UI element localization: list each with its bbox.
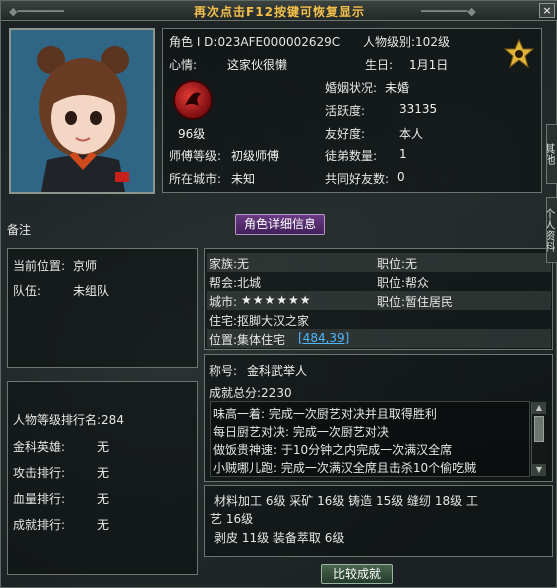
rank-value: 无 bbox=[97, 440, 110, 454]
family-label: 家族:无 bbox=[209, 257, 250, 271]
scroll-thumb[interactable] bbox=[534, 416, 544, 442]
achievement-item: 每日厨艺对决: 完成一次厨艺对决 bbox=[213, 425, 389, 439]
achievement-item: 小贼哪儿跑: 完成一次满汉全席且击杀10个偷吃贼 bbox=[213, 461, 477, 475]
close-icon[interactable]: × bbox=[539, 3, 555, 18]
title-label: 称号: bbox=[209, 364, 238, 378]
city-rank-label: 城市: bbox=[209, 295, 238, 309]
achievement-item: 味高一着: 完成一次厨艺对决并且取得胜利 bbox=[213, 407, 437, 421]
guild-label: 帮会:北城 bbox=[209, 276, 262, 290]
role-id: 角色 I D:023AFE000002629C bbox=[169, 35, 341, 49]
remark-label: 备注 bbox=[7, 223, 32, 237]
rank-label: 金科英雄: bbox=[13, 440, 66, 454]
master-label: 师傅等级: bbox=[169, 149, 222, 163]
apprentice-value: 1 bbox=[399, 147, 407, 161]
character-portrait bbox=[9, 28, 155, 194]
current-position-label: 当前位置: bbox=[13, 259, 66, 273]
character-detail-button[interactable]: 角色详细信息 bbox=[235, 214, 325, 235]
character-level: 人物级别:102级 bbox=[363, 35, 450, 49]
title-bar[interactable]: ◆━━━━━━━ 再次点击F12按键可恢复显示 ━━━━━━━◆ × bbox=[1, 1, 557, 21]
guild-post: 职位:帮众 bbox=[377, 276, 430, 290]
rank-label: 成就排行: bbox=[13, 518, 66, 532]
ornament-right-icon: ━━━━━━━◆ bbox=[421, 5, 476, 18]
portrait-image bbox=[11, 30, 153, 192]
birthday-label: 生日: bbox=[365, 58, 394, 72]
master-value: 初级师傅 bbox=[231, 149, 280, 163]
character-info-window: ◆━━━━━━━ 再次点击F12按键可恢复显示 ━━━━━━━◆ × 角色 I … bbox=[0, 0, 557, 588]
residence-position-label: 位置:集体住宅 bbox=[209, 333, 286, 347]
rank-value: 无 bbox=[97, 518, 110, 532]
common-friends-label: 共同好友数: bbox=[325, 172, 390, 186]
activity-label: 活跃度: bbox=[325, 104, 366, 118]
compare-achievement-button[interactable]: 比较成就 bbox=[321, 564, 393, 584]
side-tab-profile[interactable]: 个人资料 bbox=[546, 197, 557, 263]
marriage-value: 未婚 bbox=[385, 81, 410, 95]
mood-value: 这家伙很懒 bbox=[227, 58, 288, 72]
city-label: 所在城市: bbox=[169, 172, 222, 186]
achievement-score: 成就总分:2230 bbox=[209, 386, 292, 400]
mood-label: 心情: bbox=[169, 58, 198, 72]
rank-value: 无 bbox=[97, 492, 110, 506]
skills-line: 剥皮 11级 装备萃取 6级 bbox=[214, 531, 345, 545]
rank-label: 攻击排行: bbox=[13, 466, 66, 480]
skills-line: 艺 16级 bbox=[210, 512, 254, 526]
team-label: 队伍: bbox=[13, 284, 42, 298]
emblem-level: 96级 bbox=[178, 127, 206, 141]
marriage-label: 婚姻状况: bbox=[325, 81, 378, 95]
title-value: 金科武举人 bbox=[247, 364, 308, 378]
friendship-label: 友好度: bbox=[325, 127, 366, 141]
scroll-up-icon[interactable]: ▲ bbox=[532, 402, 546, 414]
family-post: 职位:无 bbox=[377, 257, 418, 271]
scroll-down-icon[interactable]: ▼ bbox=[532, 464, 546, 476]
apprentice-label: 徒弟数量: bbox=[325, 149, 378, 163]
friendship-value: 本人 bbox=[399, 127, 424, 141]
common-friends-value: 0 bbox=[397, 170, 405, 184]
level-rank: 人物等级排行名:284 bbox=[13, 413, 124, 427]
team-value: 未组队 bbox=[73, 284, 110, 298]
achievement-item: 做饭贵神速: 于10分钟之内完成一次满汉全席 bbox=[213, 443, 453, 457]
residence-coordinate-link[interactable]: [484,39] bbox=[298, 331, 349, 345]
skills-line: 材料加工 6级 采矿 16级 铸造 15级 缝纫 18级 工 bbox=[214, 494, 478, 508]
rank-label: 血量排行: bbox=[13, 492, 66, 506]
city-stars: ★★★★★★ bbox=[241, 293, 312, 307]
rank-value: 无 bbox=[97, 466, 110, 480]
residence-label: 住宅:抠脚大汉之家 bbox=[209, 314, 310, 328]
birthday-value: 1月1日 bbox=[409, 58, 449, 72]
activity-value: 33135 bbox=[399, 102, 438, 116]
badge-icon bbox=[173, 80, 213, 120]
city-post: 职位:暂住居民 bbox=[377, 295, 454, 309]
current-position-value: 京师 bbox=[73, 259, 98, 273]
city-value: 未知 bbox=[231, 172, 256, 186]
achievement-scrollbar[interactable]: ▲ ▼ bbox=[531, 402, 546, 476]
side-tab-other[interactable]: 其他 bbox=[546, 124, 557, 184]
guild-emblem-icon bbox=[501, 37, 537, 73]
